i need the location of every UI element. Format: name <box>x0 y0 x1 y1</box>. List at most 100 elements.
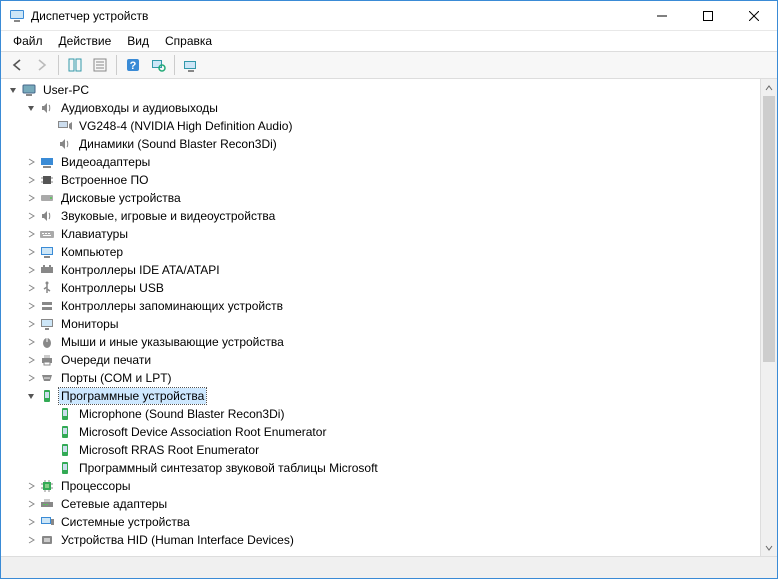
chevron-right-icon[interactable] <box>25 246 37 258</box>
category-usb[interactable]: Контроллеры USB <box>23 279 760 297</box>
chevron-down-icon[interactable] <box>25 102 37 114</box>
device-item[interactable]: Динамики (Sound Blaster Recon3Di) <box>41 135 760 153</box>
menu-bar: Файл Действие Вид Справка <box>1 31 777 51</box>
category-sound[interactable]: Звуковые, игровые и видеоустройства <box>23 207 760 225</box>
category-processors[interactable]: Процессоры <box>23 477 760 495</box>
tree-label: Процессоры <box>59 478 133 494</box>
category-monitors[interactable]: Мониторы <box>23 315 760 333</box>
category-mice[interactable]: Мыши и иные указывающие устройства <box>23 333 760 351</box>
category-storage-controllers[interactable]: Контроллеры запоминающих устройств <box>23 297 760 315</box>
toolbar: ? <box>1 51 777 79</box>
svg-text:?: ? <box>130 60 137 72</box>
chevron-right-icon[interactable] <box>25 192 37 204</box>
status-bar <box>1 556 777 578</box>
properties-button[interactable] <box>88 53 112 77</box>
chevron-right-icon[interactable] <box>25 156 37 168</box>
keyboard-icon <box>39 226 55 242</box>
scroll-track[interactable] <box>761 96 777 539</box>
chevron-right-icon[interactable] <box>25 534 37 546</box>
device-tree[interactable]: User-PC Аудиовходы и аудиовыходы VG248-4… <box>1 79 760 556</box>
minimize-button[interactable] <box>639 1 685 31</box>
device-item[interactable]: Microsoft RRAS Root Enumerator <box>41 441 760 459</box>
chevron-down-icon[interactable] <box>25 390 37 402</box>
chevron-right-icon[interactable] <box>25 516 37 528</box>
device-item[interactable]: Microphone (Sound Blaster Recon3Di) <box>41 405 760 423</box>
show-hidden-button[interactable] <box>179 53 203 77</box>
tree-label: Порты (COM и LPT) <box>59 370 174 386</box>
tree-label: Microphone (Sound Blaster Recon3Di) <box>77 406 286 422</box>
scroll-up-button[interactable] <box>761 79 777 96</box>
usb-icon <box>39 280 55 296</box>
chevron-right-icon[interactable] <box>25 264 37 276</box>
monitor-icon <box>39 316 55 332</box>
network-icon <box>39 496 55 512</box>
category-ports[interactable]: Порты (COM и LPT) <box>23 369 760 387</box>
speaker-icon <box>57 136 73 152</box>
chevron-right-icon[interactable] <box>25 354 37 366</box>
speaker-icon <box>39 208 55 224</box>
tree-label: User-PC <box>41 82 91 98</box>
category-audio[interactable]: Аудиовходы и аудиовыходы <box>23 99 760 117</box>
category-network[interactable]: Сетевые адаптеры <box>23 495 760 513</box>
category-computer[interactable]: Компьютер <box>23 243 760 261</box>
show-hide-console-button[interactable] <box>63 53 87 77</box>
scan-hardware-button[interactable] <box>146 53 170 77</box>
tree-label: Программные устройства <box>59 388 206 404</box>
tree-label: Клавиатуры <box>59 226 130 242</box>
back-button[interactable] <box>5 53 29 77</box>
vertical-scrollbar[interactable] <box>760 79 777 556</box>
system-icon <box>39 514 55 530</box>
display-adapter-icon <box>39 154 55 170</box>
monitor-icon <box>39 244 55 260</box>
close-button[interactable] <box>731 1 777 31</box>
scroll-thumb[interactable] <box>763 96 775 362</box>
chevron-right-icon[interactable] <box>25 210 37 222</box>
menu-help[interactable]: Справка <box>157 32 220 50</box>
help-button[interactable]: ? <box>121 53 145 77</box>
forward-button[interactable] <box>30 53 54 77</box>
device-item[interactable]: Программный синтезатор звуковой таблицы … <box>41 459 760 477</box>
maximize-button[interactable] <box>685 1 731 31</box>
device-item[interactable]: Microsoft Device Association Root Enumer… <box>41 423 760 441</box>
chevron-down-icon[interactable] <box>7 84 19 96</box>
tree-label: Звуковые, игровые и видеоустройства <box>59 208 277 224</box>
cpu-icon <box>39 478 55 494</box>
storage-icon <box>39 298 55 314</box>
tree-label: Видеоадаптеры <box>59 154 152 170</box>
tree-label: Контроллеры USB <box>59 280 166 296</box>
category-disk[interactable]: Дисковые устройства <box>23 189 760 207</box>
category-video[interactable]: Видеоадаптеры <box>23 153 760 171</box>
app-icon <box>9 8 25 24</box>
tree-root[interactable]: User-PC <box>5 81 760 99</box>
chevron-right-icon[interactable] <box>25 336 37 348</box>
chevron-right-icon[interactable] <box>25 372 37 384</box>
category-hid[interactable]: Устройства HID (Human Interface Devices) <box>23 531 760 549</box>
scroll-down-button[interactable] <box>761 539 777 556</box>
menu-file[interactable]: Файл <box>5 32 51 50</box>
window-controls <box>639 1 777 31</box>
chevron-right-icon[interactable] <box>25 174 37 186</box>
category-system[interactable]: Системные устройства <box>23 513 760 531</box>
tree-label: Встроенное ПО <box>59 172 150 188</box>
mouse-icon <box>39 334 55 350</box>
category-keyboards[interactable]: Клавиатуры <box>23 225 760 243</box>
tree-label: Мыши и иные указывающие устройства <box>59 334 286 350</box>
speaker-icon <box>39 100 55 116</box>
device-item[interactable]: VG248-4 (NVIDIA High Definition Audio) <box>41 117 760 135</box>
category-firmware[interactable]: Встроенное ПО <box>23 171 760 189</box>
chevron-right-icon[interactable] <box>25 498 37 510</box>
chevron-right-icon[interactable] <box>25 282 37 294</box>
tree-label: Мониторы <box>59 316 120 332</box>
tree-label: Сетевые адаптеры <box>59 496 169 512</box>
category-software-devices[interactable]: Программные устройства <box>23 387 760 405</box>
toolbar-separator <box>58 55 59 75</box>
chevron-right-icon[interactable] <box>25 228 37 240</box>
menu-action[interactable]: Действие <box>51 32 120 50</box>
category-print-queues[interactable]: Очереди печати <box>23 351 760 369</box>
chevron-right-icon[interactable] <box>25 480 37 492</box>
software-device-icon <box>57 442 73 458</box>
menu-view[interactable]: Вид <box>119 32 157 50</box>
chevron-right-icon[interactable] <box>25 318 37 330</box>
category-ide[interactable]: Контроллеры IDE ATA/ATAPI <box>23 261 760 279</box>
chevron-right-icon[interactable] <box>25 300 37 312</box>
